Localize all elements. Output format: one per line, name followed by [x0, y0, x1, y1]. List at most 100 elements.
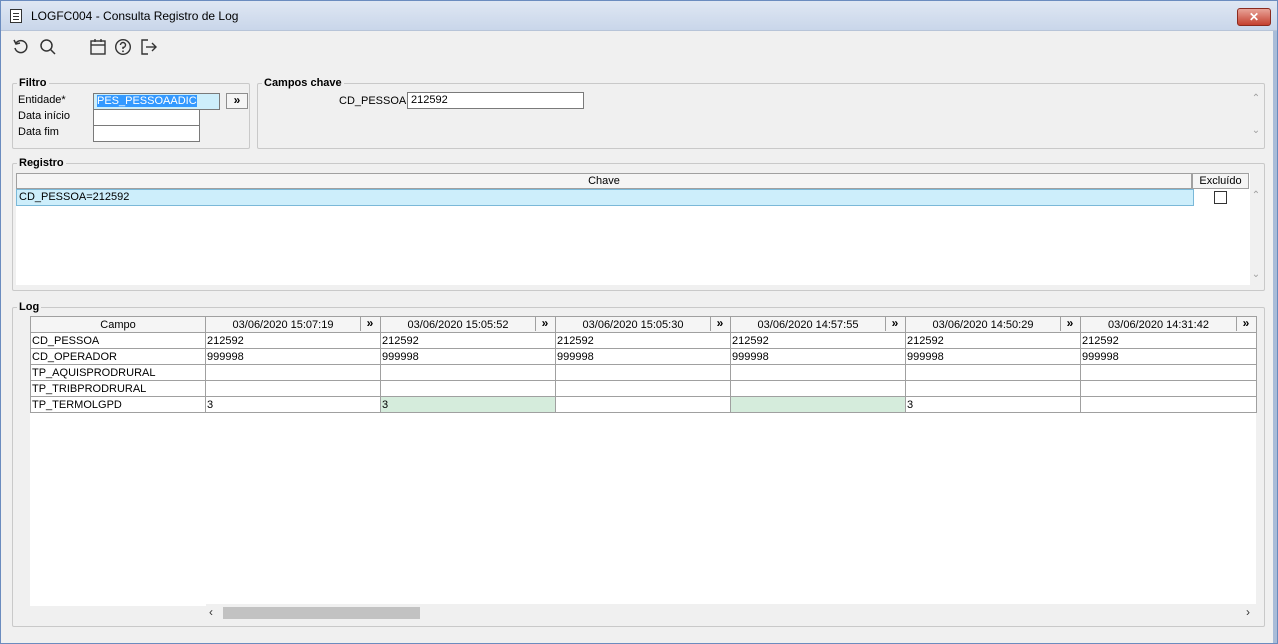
log-col-date[interactable]: 03/06/2020 14:57:55 » — [730, 316, 906, 333]
log-cell[interactable]: 999998 — [380, 348, 556, 365]
undo-icon[interactable] — [12, 38, 30, 56]
log-table: Campo 03/06/2020 15:07:19 » 03/06/2020 15… — [30, 316, 1257, 413]
log-cell[interactable] — [730, 380, 906, 397]
cd-pessoa-label: CD_PESSOA — [339, 95, 407, 107]
search-icon[interactable] — [39, 38, 57, 56]
log-col-expand-button[interactable]: » — [1236, 317, 1255, 331]
log-col-expand-button[interactable]: » — [710, 317, 729, 331]
data-fim-field[interactable] — [93, 125, 200, 142]
excluido-checkbox[interactable] — [1214, 191, 1227, 204]
log-cell[interactable]: 212592 — [905, 332, 1081, 349]
campos-chave-group: Campos chave — [257, 77, 1265, 149]
log-row[interactable]: CD_PESSOA 212592 212592 212592 212592 21… — [30, 332, 1257, 349]
entidade-value: PES_PESSOAADIC — [97, 95, 197, 107]
log-cell[interactable]: 999998 — [730, 348, 906, 365]
log-row[interactable]: TP_TERMOLGPD 3 3 3 — [30, 396, 1257, 413]
registro-legend: Registro — [19, 157, 64, 169]
log-col-campo[interactable]: Campo — [30, 316, 206, 333]
log-cell[interactable]: 999998 — [1080, 348, 1257, 365]
data-inicio-label: Data início — [18, 110, 70, 122]
log-cell[interactable]: 212592 — [380, 332, 556, 349]
log-col-date[interactable]: 03/06/2020 14:50:29 » — [905, 316, 1081, 333]
log-cell-campo[interactable]: CD_OPERADOR — [30, 348, 206, 365]
log-cell-changed[interactable]: 3 — [380, 396, 556, 413]
log-col-date-label: 03/06/2020 15:05:30 — [582, 318, 684, 331]
document-icon — [10, 9, 22, 23]
log-cell[interactable] — [730, 364, 906, 381]
log-cell[interactable] — [555, 396, 731, 413]
main-window: LOGFC004 - Consulta Registro de Log ✕ Fi… — [0, 0, 1278, 644]
title-bar: LOGFC004 - Consulta Registro de Log ✕ — [1, 1, 1277, 31]
log-cell[interactable]: 999998 — [555, 348, 731, 365]
data-inicio-field[interactable] — [93, 109, 200, 126]
log-cell[interactable] — [555, 364, 731, 381]
cd-pessoa-field[interactable]: 212592 — [407, 92, 584, 109]
calendar-icon[interactable] — [89, 38, 107, 56]
log-cell-changed[interactable] — [730, 396, 906, 413]
log-cell[interactable] — [205, 364, 381, 381]
log-col-date-label: 03/06/2020 14:57:55 — [757, 318, 859, 331]
log-col-expand-button[interactable]: » — [360, 317, 379, 331]
registro-scroll-up[interactable]: ⌃ — [1250, 190, 1262, 201]
log-cell[interactable] — [905, 380, 1081, 397]
scroll-left-icon[interactable]: ‹ — [209, 605, 213, 619]
exit-icon[interactable] — [140, 38, 158, 56]
log-cell[interactable]: 212592 — [555, 332, 731, 349]
log-cell[interactable]: 3 — [905, 396, 1081, 413]
log-cell-campo[interactable]: TP_TERMOLGPD — [30, 396, 206, 413]
scroll-right-icon[interactable]: › — [1246, 605, 1250, 619]
log-col-date[interactable]: 03/06/2020 14:31:42 » — [1080, 316, 1257, 333]
log-cell-campo[interactable]: TP_AQUISPRODRURAL — [30, 364, 206, 381]
log-cell[interactable]: 212592 — [205, 332, 381, 349]
log-cell[interactable] — [380, 364, 556, 381]
log-cell[interactable] — [555, 380, 731, 397]
scrollbar-thumb[interactable] — [223, 607, 420, 619]
close-button[interactable]: ✕ — [1237, 8, 1271, 26]
log-col-date-label: 03/06/2020 14:50:29 — [932, 318, 1034, 331]
campos-chave-legend: Campos chave — [264, 77, 342, 89]
filtro-legend: Filtro — [19, 77, 47, 89]
log-col-date-label: 03/06/2020 15:05:52 — [407, 318, 509, 331]
window-title: LOGFC004 - Consulta Registro de Log — [31, 9, 239, 23]
entidade-label: Entidade* — [18, 94, 66, 106]
registro-col-chave[interactable]: Chave — [16, 173, 1192, 189]
campos-scroll-down[interactable]: ⌄ — [1250, 125, 1262, 136]
log-col-date[interactable]: 03/06/2020 15:07:19 » — [205, 316, 381, 333]
log-cell[interactable]: 212592 — [730, 332, 906, 349]
log-header-row: Campo 03/06/2020 15:07:19 » 03/06/2020 15… — [30, 316, 1257, 333]
log-cell[interactable] — [1080, 396, 1257, 413]
entidade-field[interactable]: PES_PESSOAADIC — [93, 93, 220, 110]
registro-scroll-down[interactable]: ⌄ — [1250, 269, 1262, 280]
log-cell-campo[interactable]: TP_TRIBPRODRURAL — [30, 380, 206, 397]
registro-col-excluido[interactable]: Excluído — [1192, 173, 1249, 189]
log-row[interactable]: TP_TRIBPRODRURAL — [30, 380, 1257, 397]
campos-scroll-up[interactable]: ⌃ — [1250, 93, 1262, 104]
log-cell[interactable] — [380, 380, 556, 397]
entidade-lookup-button[interactable]: » — [226, 93, 248, 109]
log-cell-campo[interactable]: CD_PESSOA — [30, 332, 206, 349]
log-cell[interactable]: 3 — [205, 396, 381, 413]
window-right-edge — [1273, 31, 1277, 643]
status-strip — [1, 631, 1277, 643]
toolbar — [1, 32, 1277, 62]
log-col-date-label: 03/06/2020 14:31:42 — [1108, 318, 1209, 331]
log-col-expand-button[interactable]: » — [1060, 317, 1079, 331]
log-cell[interactable]: 212592 — [1080, 332, 1257, 349]
log-cell[interactable] — [905, 364, 1081, 381]
log-col-date[interactable]: 03/06/2020 15:05:52 » — [380, 316, 556, 333]
log-col-expand-button[interactable]: » — [885, 317, 904, 331]
log-cell[interactable] — [205, 380, 381, 397]
log-horizontal-scrollbar[interactable]: ‹ › — [206, 604, 1256, 621]
log-cell[interactable] — [1080, 364, 1257, 381]
log-row[interactable]: TP_AQUISPRODRURAL — [30, 364, 1257, 381]
log-cell[interactable]: 999998 — [205, 348, 381, 365]
data-fim-label: Data fim — [18, 126, 59, 138]
log-col-date[interactable]: 03/06/2020 15:05:30 » — [555, 316, 731, 333]
log-cell[interactable] — [1080, 380, 1257, 397]
registro-row[interactable]: CD_PESSOA=212592 — [16, 189, 1194, 206]
log-row[interactable]: CD_OPERADOR 999998 999998 999998 999998 … — [30, 348, 1257, 365]
help-icon[interactable] — [114, 38, 132, 56]
log-legend: Log — [19, 301, 40, 313]
log-col-expand-button[interactable]: » — [535, 317, 554, 331]
log-cell[interactable]: 999998 — [905, 348, 1081, 365]
